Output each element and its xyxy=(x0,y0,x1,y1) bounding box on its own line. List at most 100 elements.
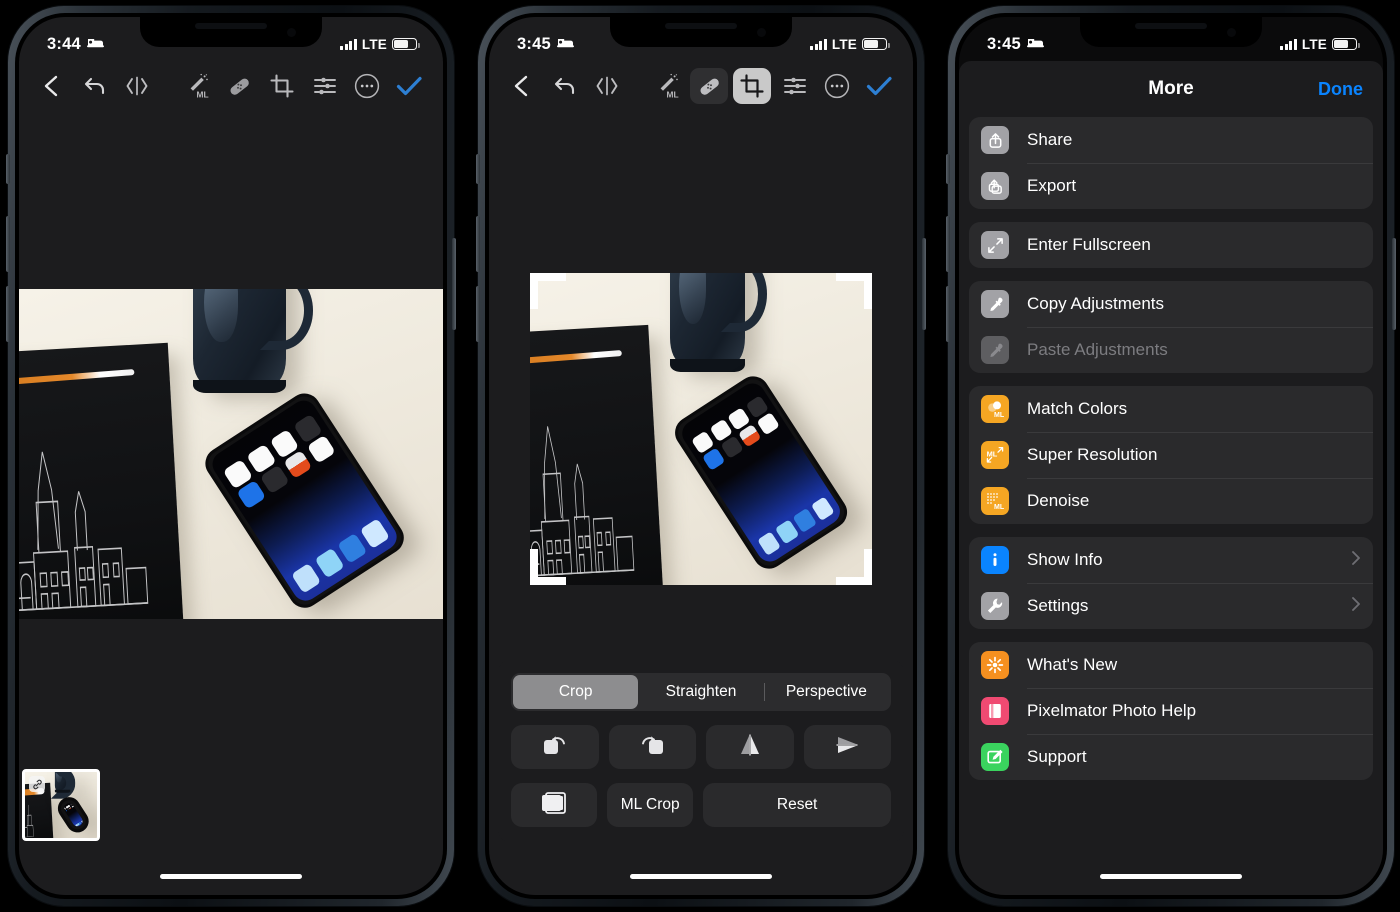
power-button[interactable] xyxy=(1392,238,1396,330)
info-icon xyxy=(981,546,1009,574)
menu-label: Enter Fullscreen xyxy=(1027,235,1151,254)
cellular-bars-icon xyxy=(1280,38,1297,50)
earpiece-speaker-icon xyxy=(195,23,267,29)
more-button[interactable] xyxy=(818,68,856,104)
volume-up-button[interactable] xyxy=(6,216,10,272)
home-indicator[interactable] xyxy=(630,874,772,879)
scene-mug-base xyxy=(670,359,746,372)
ml-enhance-button[interactable]: ML xyxy=(178,68,216,104)
undo-button[interactable] xyxy=(76,68,114,104)
done-checkmark-button[interactable] xyxy=(861,68,899,104)
segment-straighten[interactable]: Straighten xyxy=(638,675,763,709)
compare-before-after-button[interactable] xyxy=(118,68,156,104)
editor-toolbar-2: ML xyxy=(489,61,913,111)
share-upload-icon xyxy=(981,126,1009,154)
ml-crop-button[interactable]: ML Crop xyxy=(607,783,694,827)
home-indicator[interactable] xyxy=(1100,874,1242,879)
back-button[interactable] xyxy=(33,68,71,104)
menu-label: Settings xyxy=(1027,596,1089,615)
volume-up-button[interactable] xyxy=(476,216,480,272)
crop-button[interactable] xyxy=(732,68,771,104)
menu-item-show-info[interactable]: Show Info xyxy=(969,537,1373,583)
menu-item-denoise[interactable]: ML Denoise xyxy=(969,478,1373,524)
rotate-right-button[interactable] xyxy=(608,725,696,769)
undo-button[interactable] xyxy=(546,68,584,104)
menu-label: Paste Adjustments xyxy=(1027,340,1168,359)
network-type-label: LTE xyxy=(1301,36,1327,52)
aspect-ratio-icon xyxy=(541,791,567,819)
reset-button[interactable]: Reset xyxy=(703,783,891,827)
menu-label: Super Resolution xyxy=(1027,445,1158,464)
rotate-left-button[interactable] xyxy=(511,725,599,769)
photo-filmstrip[interactable] xyxy=(19,751,443,841)
flip-horizontal-button[interactable] xyxy=(706,725,794,769)
phone-device-2: 3:45 LTE ML Crop Straighten Perspective … xyxy=(476,6,926,906)
phone-bezel: 3:45 LTE ML Crop Straighten Perspective … xyxy=(485,13,917,899)
flip-vertical-button[interactable] xyxy=(803,725,891,769)
menu-label: Export xyxy=(1027,176,1077,195)
menu-item-export[interactable]: Export xyxy=(969,163,1373,209)
repair-button[interactable] xyxy=(220,68,258,104)
menu-item-settings[interactable]: Settings xyxy=(969,583,1373,629)
silent-switch[interactable] xyxy=(476,154,480,184)
menu-group-info-settings: Show Info Settings xyxy=(969,537,1373,629)
segment-perspective[interactable]: Perspective xyxy=(763,675,889,709)
menu-item-support[interactable]: Support xyxy=(969,734,1373,780)
photo-canvas-2[interactable] xyxy=(489,111,913,656)
battery-icon xyxy=(392,38,420,50)
silent-switch[interactable] xyxy=(6,154,10,184)
menu-label: What's New xyxy=(1027,655,1118,674)
menu-item-super-resolution[interactable]: ML Super Resolution xyxy=(969,432,1373,478)
book-help-icon xyxy=(981,697,1009,725)
volume-down-button[interactable] xyxy=(6,286,10,342)
adjustments-button[interactable] xyxy=(306,68,344,104)
volume-down-button[interactable] xyxy=(946,286,950,342)
notch xyxy=(140,17,322,47)
repair-button[interactable] xyxy=(690,68,729,104)
scene-iphone xyxy=(199,386,411,614)
menu-item-whats-new[interactable]: What's New xyxy=(969,642,1373,688)
editor-toolbar-1: ML xyxy=(19,61,443,111)
silent-switch[interactable] xyxy=(946,154,950,184)
menu-item-copy-adjustments[interactable]: Copy Adjustments xyxy=(969,281,1373,327)
svg-text:ML: ML xyxy=(987,449,998,458)
flip-vertical-icon xyxy=(834,733,860,762)
back-button[interactable] xyxy=(503,68,541,104)
crop-preview-photo[interactable] xyxy=(530,273,872,585)
front-camera-icon xyxy=(1227,28,1236,37)
battery-icon xyxy=(862,38,890,50)
scene-pencil xyxy=(19,369,135,388)
match-colors-ml-icon: ML xyxy=(981,395,1009,423)
menu-item-pixelmator-photo-help[interactable]: Pixelmator Photo Help xyxy=(969,688,1373,734)
photo-thumbnail[interactable] xyxy=(22,769,100,841)
aspect-ratio-button[interactable] xyxy=(511,783,598,827)
edited-photo-1[interactable] xyxy=(19,289,443,619)
scene-iphone xyxy=(668,370,853,575)
menu-item-match-colors[interactable]: ML Match Colors xyxy=(969,386,1373,432)
home-indicator[interactable] xyxy=(160,874,302,879)
sheet-done-button[interactable]: Done xyxy=(1318,79,1363,100)
scene-iphone-apps xyxy=(223,413,337,510)
photo-canvas-1[interactable] xyxy=(19,111,443,846)
status-right: LTE xyxy=(340,37,420,52)
menu-item-enter-fullscreen[interactable]: Enter Fullscreen xyxy=(969,222,1373,268)
more-button[interactable] xyxy=(348,68,386,104)
scene-iphone-apps xyxy=(690,395,780,472)
scene-iphone-screen xyxy=(208,395,403,606)
ml-enhance-button[interactable]: ML xyxy=(648,68,686,104)
sheet-title: More xyxy=(1148,78,1194,99)
power-button[interactable] xyxy=(452,238,456,330)
svg-text:ML: ML xyxy=(994,412,1005,419)
segment-crop[interactable]: Crop xyxy=(513,675,639,709)
crop-mode-segmented-control[interactable]: Crop Straighten Perspective xyxy=(511,673,891,711)
adjustments-button[interactable] xyxy=(776,68,814,104)
crop-button[interactable] xyxy=(263,68,301,104)
volume-up-button[interactable] xyxy=(946,216,950,272)
volume-down-button[interactable] xyxy=(476,286,480,342)
compare-before-after-button[interactable] xyxy=(588,68,626,104)
menu-group-fullscreen: Enter Fullscreen xyxy=(969,222,1373,268)
menu-item-share[interactable]: Share xyxy=(969,117,1373,163)
done-checkmark-button[interactable] xyxy=(391,68,429,104)
power-button[interactable] xyxy=(922,238,926,330)
status-left: 3:45 xyxy=(987,35,1044,54)
